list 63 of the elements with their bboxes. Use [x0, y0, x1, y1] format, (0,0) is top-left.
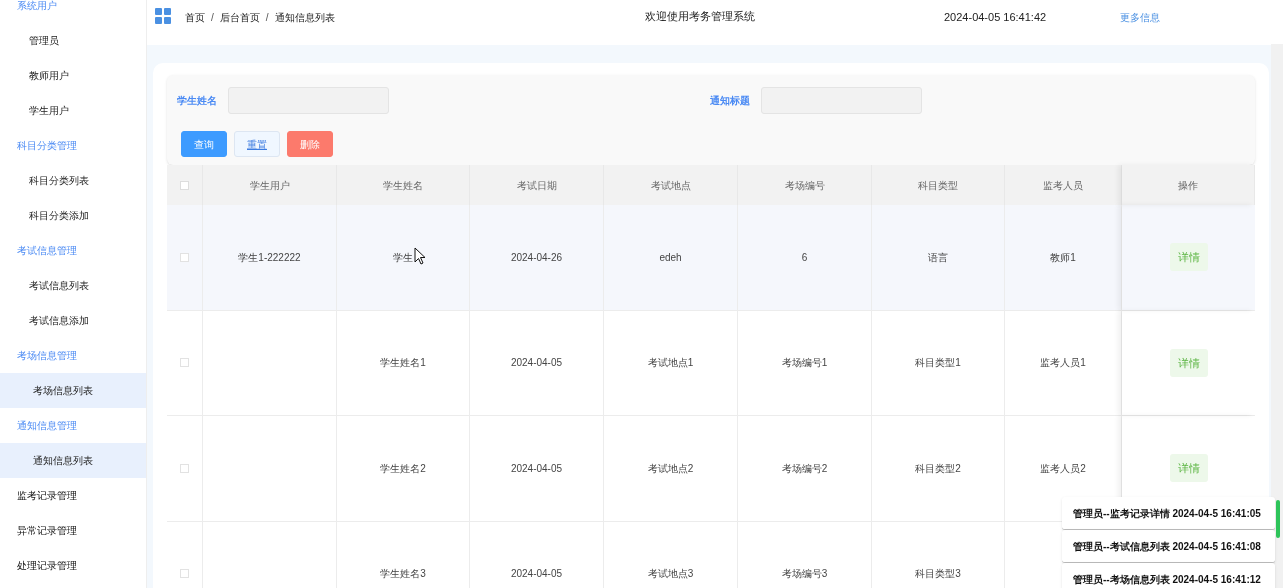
table-cell-text: 考场编号2: [781, 461, 828, 476]
table-cell-text: 语言: [928, 250, 948, 265]
table-cell-text: 2024-04-26: [510, 250, 563, 265]
sidebar-item[interactable]: 考试信息添加: [0, 303, 146, 338]
reset-button[interactable]: 重置: [234, 131, 280, 157]
sidebar-group[interactable]: 异常记录管理: [0, 513, 146, 548]
checkbox[interactable]: [180, 569, 189, 579]
checkbox[interactable]: [180, 358, 189, 368]
breadcrumb-link[interactable]: 通知信息列表: [274, 10, 335, 25]
filter-label: 通知标题: [710, 94, 750, 108]
table-cell-text: 考场编号1: [781, 356, 828, 371]
table-cell-text: 2024-04-05: [510, 567, 563, 582]
table-cell-text: 2024-04-05: [510, 356, 563, 371]
sidebar-item[interactable]: 考试信息列表: [0, 268, 146, 303]
sidebar-item[interactable]: 科目分类列表: [0, 163, 146, 198]
table-cell-text: 考试地点3: [647, 567, 694, 582]
table-cell-text: 学生姓名1: [380, 356, 426, 371]
table-cell-text: 学生1-222222: [238, 250, 301, 265]
table-cell-text: 科目类型2: [915, 461, 961, 476]
sidebar-group[interactable]: 监考记录管理: [0, 478, 146, 513]
table-cell-text: 考试地点1: [647, 356, 694, 371]
table-cell-text: 科目类型3: [915, 567, 961, 582]
current-datetime: 2024-04-05 16:41:42: [944, 10, 1048, 26]
table-cell-text: 学生姓名3: [380, 567, 426, 582]
sidebar-group[interactable]: 考试信息管理: [0, 233, 146, 268]
checkbox[interactable]: [180, 463, 189, 473]
sidebar-item[interactable]: 考场信息列表: [0, 373, 146, 408]
table-cell-text: 考场编号3: [781, 567, 828, 582]
table-cell-text: 监考人员1: [1040, 356, 1086, 371]
table-cell-text: 教师1: [1050, 250, 1076, 265]
breadcrumb-link[interactable]: 首页: [185, 10, 205, 25]
notification-toast[interactable]: 管理员--考场信息列表 2024-04-5 16:41:12: [1062, 563, 1275, 588]
notification-toast[interactable]: 管理员--考试信息列表 2024-04-5 16:41:08: [1062, 530, 1275, 563]
welcome-title: 欢迎使用考务管理系统: [645, 9, 756, 25]
sidebar-item[interactable]: 通知信息列表: [0, 443, 146, 478]
breadcrumb-link[interactable]: 后台首页: [219, 10, 260, 25]
table-cell-text: 6: [801, 250, 808, 265]
sidebar-item[interactable]: 学生用户: [0, 93, 146, 128]
breadcrumb-separator: /: [265, 11, 269, 25]
sidebar-item[interactable]: 教师用户: [0, 58, 146, 93]
table-cell-text: 学生: [393, 250, 413, 265]
table-cell-text: edeh: [659, 250, 682, 265]
filter-label: 学生姓名: [177, 94, 217, 108]
mouse-cursor-icon: [414, 247, 426, 265]
sidebar-group[interactable]: 考场信息管理: [0, 338, 146, 373]
table-cell-text: 2024-04-05: [510, 461, 563, 476]
sidebar-group[interactable]: 处理记录管理: [0, 548, 146, 583]
table-cell-text: 学生姓名2: [380, 461, 426, 476]
sidebar-group[interactable]: 科目分类管理: [0, 128, 146, 163]
table-cell-text: 监考人员2: [1040, 461, 1086, 476]
table-cell-text: 考试地点2: [647, 461, 694, 476]
sidebar-item[interactable]: 科目分类添加: [0, 198, 146, 233]
checkbox[interactable]: [180, 180, 189, 190]
breadcrumb-separator: /: [211, 11, 214, 25]
scrollbar-indicator-icon: [1276, 500, 1280, 538]
table-cell-text: 科目类型1: [915, 356, 961, 371]
sidebar-group[interactable]: 系统用户: [0, 0, 146, 23]
more-info-link[interactable]: 更多信息: [1120, 10, 1160, 25]
grid-icon[interactable]: [155, 7, 171, 24]
sidebar-group[interactable]: 通知信息管理: [0, 408, 146, 443]
checkbox[interactable]: [180, 252, 189, 262]
notification-toast[interactable]: 管理员--监考记录详情 2024-04-5 16:41:05: [1062, 497, 1275, 530]
sidebar-item[interactable]: 管理员: [0, 23, 146, 58]
